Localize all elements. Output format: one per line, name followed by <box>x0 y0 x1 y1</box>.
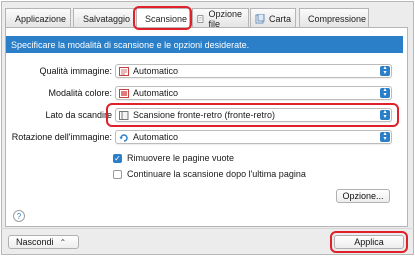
continue-scan-label: Continuare la scansione dopo l'ultima pa… <box>127 169 306 179</box>
continue-scan-option[interactable]: Continuare la scansione dopo l'ultima pa… <box>113 169 306 179</box>
scan-side-label: Lato da scandire <box>45 110 112 120</box>
quality-select[interactable]: Automatico ▴ ▾ <box>115 64 392 78</box>
tab-label: Opzione file <box>208 8 242 29</box>
option-button[interactable]: Opzione... <box>336 189 390 203</box>
tab-label: Carta <box>268 13 291 24</box>
stepper-icon: ▴ ▾ <box>380 87 390 98</box>
paper-icon <box>255 13 265 23</box>
tab-scansione[interactable]: Scansione <box>136 8 190 28</box>
color-mode-value: Automatico <box>133 88 179 98</box>
save-icon <box>78 18 79 19</box>
duplex-page-icon <box>119 110 129 120</box>
footer-divider <box>1 228 414 229</box>
hide-button-label: Nascondi <box>16 237 54 247</box>
stepper-icon: ▴ ▾ <box>380 131 390 142</box>
tab-opzione-file[interactable]: Opzione file <box>192 8 249 29</box>
color-mode-select[interactable]: Automatico ▴ ▾ <box>115 86 392 100</box>
option-button-label: Opzione... <box>342 191 384 201</box>
pen-icon <box>10 18 11 19</box>
apply-button-label: Applica <box>354 237 384 247</box>
tab-compressione[interactable]: Compressione <box>299 8 369 28</box>
remove-blank-pages-checkbox[interactable]: ✓ <box>113 153 122 163</box>
tab-label: Scansione <box>145 13 188 24</box>
tab-label: Salvataggio <box>82 13 130 24</box>
scan-side-select[interactable]: Scansione fronte-retro (fronte-retro) ▴ ▾ <box>115 108 392 122</box>
scan-side-value: Scansione fronte-retro (fronte-retro) <box>133 110 276 120</box>
help-icon: ? <box>16 211 22 221</box>
file-option-icon <box>197 14 204 23</box>
stepper-icon: ▴ ▾ <box>380 65 390 76</box>
chevron-up-icon: ⌃ <box>59 237 67 247</box>
quality-value: Automatico <box>133 66 179 76</box>
header-text: Specificare la modalità di scansione e l… <box>11 39 250 50</box>
remove-blank-pages-label: Rimuovere le pagine vuote <box>127 153 235 163</box>
remove-blank-pages-option[interactable]: ✓ Rimuovere le pagine vuote <box>113 153 234 163</box>
quality-label: Qualità immagine: <box>39 66 112 76</box>
color-mode-icon <box>119 88 129 98</box>
rotation-value: Automatico <box>133 132 179 142</box>
apply-button[interactable]: Applica <box>334 235 404 249</box>
tab-salvataggio[interactable]: Salvataggio <box>73 8 135 28</box>
color-mode-label: Modalità colore: <box>48 88 112 98</box>
rotation-label: Rotazione dell'immagine: <box>11 132 112 142</box>
tab-label: Applicazione <box>14 13 66 24</box>
continue-scan-checkbox[interactable] <box>113 169 122 179</box>
tab-carta[interactable]: Carta <box>250 8 296 28</box>
tab-applicazione[interactable]: Applicazione <box>5 8 71 28</box>
hide-button[interactable]: Nascondi ⌃ <box>8 235 79 249</box>
instruction-header: Specificare la modalità di scansione e l… <box>6 36 403 53</box>
rotation-select[interactable]: Automatico ▴ ▾ <box>115 130 392 144</box>
tab-label: Compressione <box>308 13 367 24</box>
tab-bar: Applicazione Salvataggio Scansione Opzio… <box>3 8 403 29</box>
help-button[interactable]: ? <box>13 210 25 222</box>
stepper-icon: ▴ ▾ <box>380 109 390 120</box>
quality-icon <box>119 66 129 76</box>
rotate-icon <box>119 133 128 142</box>
